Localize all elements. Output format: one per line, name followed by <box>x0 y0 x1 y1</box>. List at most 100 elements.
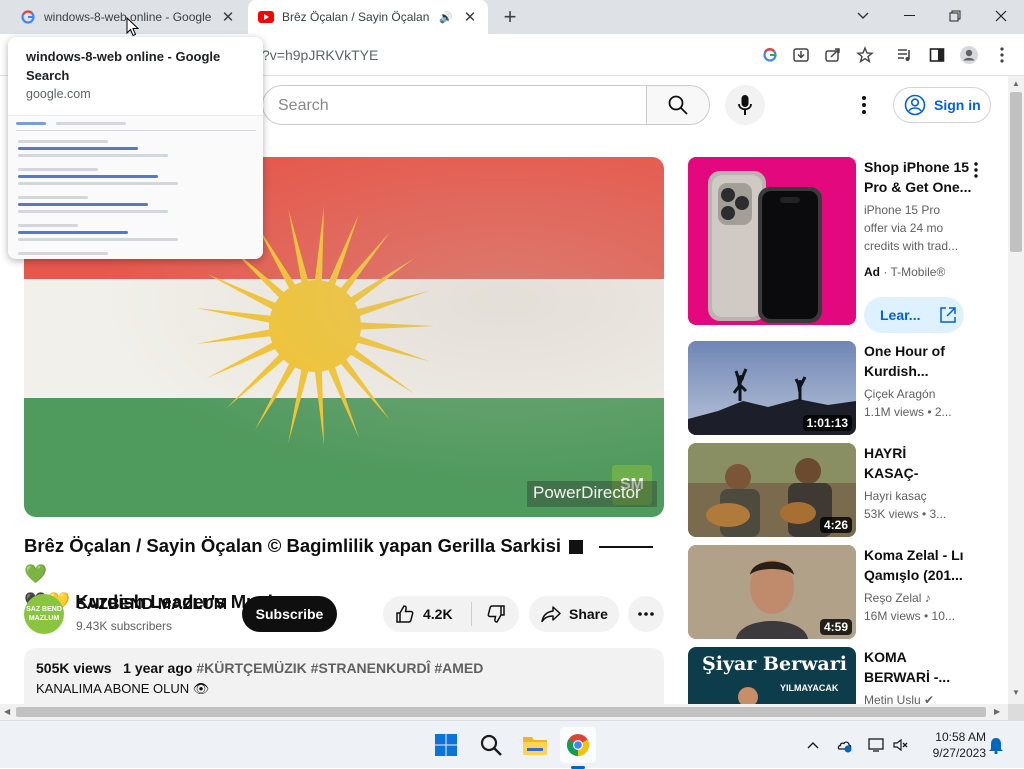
view-count: 53K views • 3... <box>864 507 947 521</box>
chrome-taskbar-button[interactable] <box>560 727 596 763</box>
subscribe-button[interactable]: Subscribe <box>242 596 337 632</box>
channel-name[interactable]: Reşo Zelal ♪ <box>864 591 931 605</box>
scroll-up-arrow-icon[interactable]: ▲ <box>1012 79 1020 88</box>
upload-age: 1 year ago <box>123 660 193 676</box>
media-control-icon[interactable] <box>893 43 917 67</box>
video-watermark: PowerDirector <box>527 481 657 507</box>
settings-menu-button[interactable] <box>852 93 876 117</box>
side-panel-icon[interactable] <box>925 43 949 67</box>
tab-search-button[interactable] <box>840 0 886 32</box>
vertical-scroll-thumb[interactable] <box>1010 92 1022 252</box>
network-tray-icon[interactable] <box>866 735 886 755</box>
video-title[interactable]: One Hour of Kurdish... <box>864 341 964 381</box>
volume-tray-icon[interactable] <box>891 735 911 755</box>
chrome-menu-icon[interactable] <box>990 43 1014 67</box>
more-actions-button[interactable] <box>628 596 664 632</box>
ad-menu-button[interactable] <box>968 159 984 181</box>
ad-thumbnail[interactable] <box>688 157 856 325</box>
iphone-image-icon <box>708 171 822 323</box>
scroll-right-arrow-icon[interactable]: ▶ <box>994 707 1000 716</box>
voice-search-button[interactable] <box>725 85 765 125</box>
view-count: 1.1M views • 2... <box>864 405 952 419</box>
description-meta: 505K views 1 year ago #KÜRTÇEMÜZIK #STRA… <box>36 660 652 676</box>
like-dislike-group: 4.2K <box>383 596 519 632</box>
tab-hover-card: windows-8-web online - Google Search goo… <box>8 37 263 259</box>
video-thumbnail[interactable]: Şiyar Berwari YILMAYACAK <box>688 647 856 704</box>
chevron-down-icon <box>857 12 869 19</box>
channel-name[interactable]: Çiçek Aragón <box>864 387 935 401</box>
scroll-down-arrow-icon[interactable]: ▼ <box>1012 688 1020 697</box>
video-title[interactable]: Koma Zelal - Lı Qamışlo (201... <box>864 545 964 585</box>
video-thumbnail[interactable]: 1:01:13 <box>688 341 856 435</box>
dislike-button[interactable] <box>472 596 519 632</box>
close-window-button[interactable] <box>978 0 1024 32</box>
ad-learn-more-button[interactable]: Lear... <box>864 297 964 333</box>
scroll-left-arrow-icon[interactable]: ◀ <box>4 707 10 716</box>
install-app-icon[interactable] <box>789 43 813 67</box>
close-tab-icon[interactable]: ✕ <box>460 7 480 27</box>
file-explorer-button[interactable] <box>517 727 553 763</box>
show-hidden-icons-button[interactable] <box>803 735 823 755</box>
sidebar-video-item[interactable]: 4:59 Koma Zelal - Lı Qamışlo (201... Reş… <box>688 545 988 641</box>
microphone-icon <box>738 95 752 115</box>
ad-label: Ad <box>864 265 880 279</box>
hashtags[interactable]: #KÜRTÇEMÜZIK #STRANENKURDÎ #AMED <box>196 660 483 676</box>
horizontal-scrollbar[interactable]: ◀ ▶ <box>0 704 1008 720</box>
horizontal-scroll-thumb[interactable] <box>16 707 986 717</box>
onedrive-tray-icon[interactable] <box>834 735 854 755</box>
thumbnail-subtext: YILMAYACAK <box>780 683 839 693</box>
thumbs-up-icon <box>396 605 414 623</box>
description-text: KANALIMA ABONE OLUN 👁 <box>36 681 210 696</box>
description-box[interactable]: 505K views 1 year ago #KÜRTÇEMÜZIK #STRA… <box>24 648 664 704</box>
new-tab-button[interactable]: + <box>498 6 522 30</box>
sidebar-ad[interactable]: Shop iPhone 15 Pro & Get One... iPhone 1… <box>688 157 988 337</box>
search-input[interactable]: Search <box>262 85 647 125</box>
tab-strip: windows-8-web online - Google ✕ Brêz Öça… <box>0 0 1024 34</box>
notification-button[interactable] <box>988 736 1006 755</box>
view-count: 505K views <box>36 660 112 676</box>
sidebar-video-item[interactable]: 1:01:13 One Hour of Kurdish... Çiçek Ara… <box>688 341 988 437</box>
sidebar-video-item[interactable]: 4:26 HAYRİ KASAÇ-BEHSA EVİNE... Hayri ka… <box>688 443 988 539</box>
thumbnail-text: Şiyar Berwari <box>702 653 847 675</box>
windows-logo-icon <box>435 734 457 756</box>
restore-button[interactable] <box>932 0 978 32</box>
like-button[interactable]: 4.2K <box>383 596 471 632</box>
bookmark-star-icon[interactable] <box>853 43 877 67</box>
video-title-text: Brêz Öçalan / Sayin Öçalan © Bagimlilik … <box>24 535 562 556</box>
hover-card-domain: google.com <box>26 87 91 101</box>
sidebar-video-item[interactable]: Şiyar Berwari YILMAYACAK KOMA BERWARİ -.… <box>688 647 988 704</box>
vertical-scrollbar[interactable]: ▲ ▼ <box>1008 76 1024 704</box>
tab-youtube-video[interactable]: Brêz Öçalan / Sayin Öçalan 🔊 ✕ <box>248 0 488 34</box>
thumbs-down-icon <box>487 605 505 623</box>
hover-card-title: windows-8-web online - Google Search <box>26 49 221 83</box>
video-duration: 4:59 <box>819 619 852 635</box>
share-page-icon[interactable] <box>821 43 845 67</box>
google-lens-icon[interactable] <box>758 43 782 67</box>
taskbar-search-button[interactable] <box>473 727 509 763</box>
video-title[interactable]: HAYRİ KASAÇ-BEHSA EVİNE... <box>864 443 964 483</box>
sign-in-button[interactable]: Sign in <box>893 87 991 123</box>
folder-icon <box>523 737 547 755</box>
channel-name[interactable]: Hayri kasaç <box>864 489 927 503</box>
video-thumbnail[interactable]: 4:59 <box>688 545 856 639</box>
search-icon <box>480 734 502 756</box>
channel-avatar[interactable]: SAZ BEND MAZLUM <box>24 594 64 634</box>
start-button[interactable] <box>428 727 464 763</box>
profile-icon[interactable] <box>957 43 981 67</box>
speaker-icon[interactable]: 🔊 <box>438 11 454 24</box>
ad-title[interactable]: Shop iPhone 15 Pro & Get One... <box>864 157 974 197</box>
search-button[interactable] <box>646 85 710 125</box>
close-tab-icon[interactable]: ✕ <box>218 7 238 27</box>
speaker-muted-icon <box>893 738 908 752</box>
taskbar-clock[interactable]: 10:58 AM 9/27/2023 <box>918 729 986 761</box>
video-title[interactable]: KOMA BERWARİ -... <box>864 647 964 687</box>
address-bar[interactable]: ?v=h9pJRKVkTYE <box>262 47 378 63</box>
channel-name[interactable]: SAZBEND MAZLUM <box>76 596 227 614</box>
share-button[interactable]: Share <box>529 596 619 632</box>
square-glyph-icon <box>569 540 584 554</box>
tab-title: Brêz Öçalan / Sayin Öçalan <box>282 10 430 24</box>
video-thumbnail[interactable]: 4:26 <box>688 443 856 537</box>
channel-name[interactable]: Metin Uslu ✔ <box>864 693 934 704</box>
minimize-button[interactable] <box>886 0 932 32</box>
like-count: 4.2K <box>423 606 453 622</box>
